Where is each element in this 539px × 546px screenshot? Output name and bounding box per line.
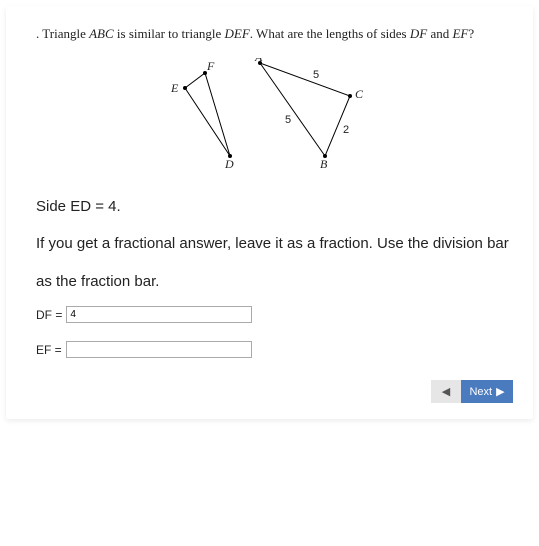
question-card: . Triangle ABC is similar to triangle DE… [6, 6, 533, 419]
q-prefix: . Triangle [36, 26, 89, 41]
label-BC-length: 2 [343, 124, 349, 136]
answer-inputs: DF = EF = [36, 306, 513, 358]
triangles-diagram: E F D A B C 5 5 2 [165, 58, 385, 168]
question-text: . Triangle ABC is similar to triangle DE… [36, 24, 513, 44]
next-button[interactable]: Next ▶ [461, 380, 513, 403]
label-C: C [355, 87, 364, 101]
given-side-text: Side ED = 4. [36, 188, 513, 226]
q-suffix: ? [468, 26, 474, 41]
label-B: B [320, 157, 328, 168]
label-A: A [254, 58, 263, 64]
nav-bar: ◀ Next ▶ [36, 380, 513, 403]
label-AB-length: 5 [285, 114, 291, 126]
ef-input[interactable] [66, 341, 252, 358]
label-F: F [206, 59, 215, 73]
q-side1: DF [410, 26, 427, 41]
next-icon: ▶ [496, 385, 504, 398]
label-AC-length: 5 [313, 69, 319, 81]
label-E: E [170, 81, 179, 95]
q-mid3: and [427, 26, 452, 41]
q-side2: EF [452, 26, 468, 41]
q-triangle1: ABC [89, 26, 114, 41]
next-label: Next [469, 386, 492, 398]
q-triangle2: DEF [225, 26, 250, 41]
df-label: DF = [36, 308, 62, 322]
label-D: D [224, 157, 234, 168]
df-row: DF = [36, 306, 513, 323]
prev-button[interactable]: ◀ [431, 380, 461, 403]
ef-label: EF = [36, 343, 62, 357]
ef-row: EF = [36, 341, 513, 358]
diagram-container: E F D A B C 5 5 2 [36, 58, 513, 168]
q-mid2: . What are the lengths of sides [250, 26, 410, 41]
df-input[interactable] [66, 306, 252, 323]
prev-icon: ◀ [442, 385, 450, 398]
instructions: Side ED = 4. If you get a fractional ans… [36, 188, 513, 301]
fraction-hint-text: If you get a fractional answer, leave it… [36, 225, 513, 300]
q-mid1: is similar to triangle [114, 26, 225, 41]
